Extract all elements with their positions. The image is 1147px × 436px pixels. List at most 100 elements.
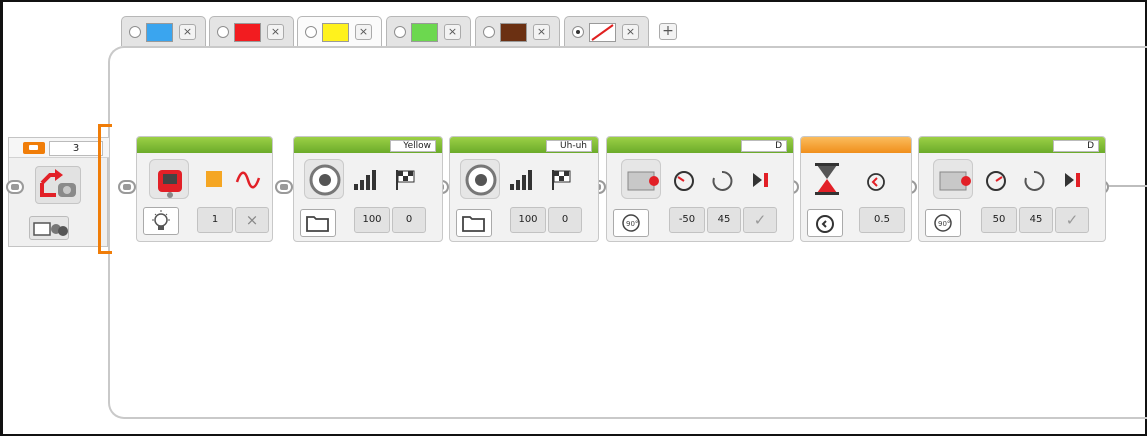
color-sensor-icon bbox=[33, 222, 68, 236]
tab-green[interactable]: × bbox=[386, 16, 471, 46]
timer-icon bbox=[863, 168, 889, 192]
volume-icon bbox=[508, 168, 534, 192]
tab-red[interactable]: × bbox=[209, 16, 294, 46]
tab-brown[interactable]: × bbox=[475, 16, 560, 46]
medium-motor-block[interactable]: D 90° -50 45 ✓ bbox=[606, 136, 794, 242]
play-type-value[interactable]: 0 bbox=[548, 207, 582, 233]
volume-icon bbox=[352, 168, 378, 192]
light-bulb-mode-button[interactable] bbox=[143, 207, 179, 235]
file-mode-button[interactable] bbox=[456, 209, 492, 237]
degrees-value[interactable]: 45 bbox=[707, 207, 741, 233]
volume-icon bbox=[354, 170, 376, 190]
color-swatch bbox=[411, 23, 438, 42]
power-gauge-icon bbox=[674, 171, 694, 191]
sine-pulse-icon bbox=[235, 171, 261, 189]
rotate-degrees-icon: 90° bbox=[622, 214, 640, 232]
brick-light-icon bbox=[158, 170, 182, 198]
close-tab-button[interactable]: × bbox=[444, 24, 461, 40]
sound-file-name[interactable]: Uh-uh bbox=[546, 140, 592, 152]
svg-text:90°: 90° bbox=[938, 220, 950, 228]
brake-icon bbox=[1059, 168, 1085, 192]
color-swatch bbox=[234, 23, 261, 42]
no-color-swatch bbox=[589, 23, 616, 42]
play-type-flag-icon bbox=[396, 170, 415, 190]
loop-frame-bar bbox=[98, 251, 112, 254]
loop-name[interactable]: 3 bbox=[49, 141, 103, 156]
play-type-flag-icon bbox=[548, 168, 574, 192]
brake-value[interactable]: ✓ bbox=[1055, 207, 1089, 233]
volume-icon bbox=[510, 170, 532, 190]
speaker-icon bbox=[465, 164, 497, 196]
power-gauge-icon bbox=[986, 171, 1006, 191]
color-sensor-mode-button[interactable] bbox=[29, 216, 69, 240]
program-canvas: × × × × × × + 3 1 × Yellow 100 0 Uh-uh 1… bbox=[0, 0, 1147, 436]
light-bulb-icon bbox=[152, 210, 170, 230]
play-type-flag-icon bbox=[392, 168, 418, 192]
degrees-value[interactable]: 45 bbox=[1019, 207, 1053, 233]
sound-block-uh-uh[interactable]: Uh-uh 100 0 bbox=[449, 136, 599, 242]
radio-button[interactable] bbox=[483, 26, 495, 38]
speaker-icon bbox=[309, 164, 341, 196]
close-tab-button[interactable]: × bbox=[622, 24, 639, 40]
play-type-flag-icon bbox=[552, 170, 571, 190]
loop-frame-bar bbox=[98, 124, 112, 127]
radio-button[interactable] bbox=[305, 26, 317, 38]
switch-block[interactable]: 3 bbox=[8, 137, 109, 247]
color-swatch bbox=[500, 23, 527, 42]
tab-yellow[interactable]: × bbox=[297, 16, 382, 46]
volume-value[interactable]: 100 bbox=[354, 207, 390, 233]
volume-value[interactable]: 100 bbox=[510, 207, 546, 233]
degrees-icon bbox=[709, 168, 735, 192]
sequence-port[interactable] bbox=[275, 180, 293, 194]
switch-icon bbox=[35, 166, 81, 204]
play-type-value[interactable]: 0 bbox=[392, 207, 426, 233]
close-tab-button[interactable]: × bbox=[179, 24, 196, 40]
speaker-icon bbox=[460, 159, 500, 199]
tab-no-color[interactable]: × bbox=[564, 16, 649, 46]
switch-header: 3 bbox=[9, 138, 109, 158]
folder-icon bbox=[462, 216, 485, 232]
file-mode-button[interactable] bbox=[300, 209, 336, 237]
radio-button[interactable] bbox=[217, 26, 229, 38]
close-tab-button[interactable]: × bbox=[533, 24, 550, 40]
power-gauge-icon bbox=[671, 168, 697, 192]
tab-blue[interactable]: × bbox=[121, 16, 206, 46]
brake-value[interactable]: ✓ bbox=[743, 207, 777, 233]
motor-port[interactable]: D bbox=[741, 140, 787, 152]
power-value[interactable]: 50 bbox=[981, 207, 1017, 233]
close-tab-button[interactable]: × bbox=[355, 24, 372, 40]
pulse-value[interactable]: × bbox=[235, 207, 269, 233]
degrees-icon bbox=[1021, 168, 1047, 192]
add-case-button[interactable]: + bbox=[659, 23, 677, 40]
degrees-icon bbox=[1024, 170, 1045, 191]
power-value[interactable]: -50 bbox=[669, 207, 705, 233]
sequence-wire-out bbox=[1103, 185, 1147, 187]
radio-button-selected[interactable] bbox=[572, 26, 584, 38]
motor-port[interactable]: D bbox=[1053, 140, 1099, 152]
color-value[interactable]: 1 bbox=[197, 207, 233, 233]
sequence-port[interactable] bbox=[118, 180, 136, 194]
block-header: D bbox=[607, 137, 793, 153]
medium-motor-block[interactable]: D 90° 50 45 ✓ bbox=[918, 136, 1106, 242]
loop-frame-bar bbox=[98, 124, 101, 254]
block-header bbox=[801, 137, 911, 153]
color-swatch bbox=[146, 23, 173, 42]
square-icon bbox=[206, 171, 222, 187]
sound-block-yellow[interactable]: Yellow 100 0 bbox=[293, 136, 443, 242]
degrees-mode-button[interactable]: 90° bbox=[925, 209, 961, 237]
seconds-value[interactable]: 0.5 bbox=[859, 207, 905, 233]
brick-status-light-block[interactable]: 1 × bbox=[136, 136, 273, 242]
wait-block[interactable]: 0.5 bbox=[800, 136, 912, 242]
time-mode-button[interactable] bbox=[807, 209, 843, 237]
switch-mode-icon[interactable] bbox=[23, 142, 45, 154]
hourglass-icon bbox=[807, 159, 847, 199]
radio-button[interactable] bbox=[394, 26, 406, 38]
brake-icon bbox=[1065, 173, 1080, 187]
sound-file-name[interactable]: Yellow bbox=[390, 140, 436, 152]
block-header: Uh-uh bbox=[450, 137, 598, 153]
sequence-port[interactable] bbox=[6, 180, 24, 194]
close-tab-button[interactable]: × bbox=[267, 24, 284, 40]
block-header bbox=[137, 137, 272, 153]
degrees-mode-button[interactable]: 90° bbox=[613, 209, 649, 237]
radio-button[interactable] bbox=[129, 26, 141, 38]
